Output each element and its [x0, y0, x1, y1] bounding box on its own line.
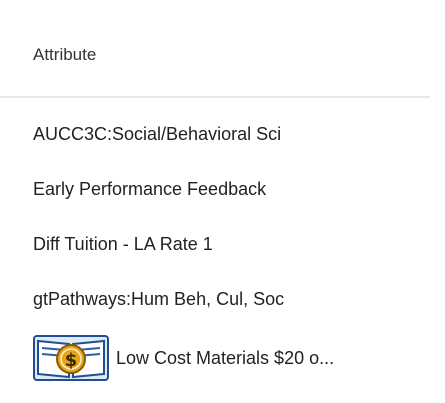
table-row: $ Low Cost Materials $20 o...	[33, 335, 334, 381]
attribute-panel: Attribute AUCC3C:Social/Behavioral Sci E…	[0, 0, 445, 403]
table-row: AUCC3C:Social/Behavioral Sci	[33, 124, 282, 144]
low-cost-materials-label: Low Cost Materials $20 o...	[116, 348, 335, 368]
column-header-attribute[interactable]: Attribute	[33, 45, 96, 65]
table-row: Early Performance Feedback	[33, 179, 267, 199]
table-header: Attribute	[0, 0, 430, 98]
low-cost-materials-book-icon: $	[33, 335, 109, 381]
table-row: Diff Tuition - LA Rate 1	[33, 234, 213, 254]
table-row: gtPathways:Hum Beh, Cul, Soc	[33, 289, 285, 309]
svg-text:$: $	[65, 350, 78, 371]
